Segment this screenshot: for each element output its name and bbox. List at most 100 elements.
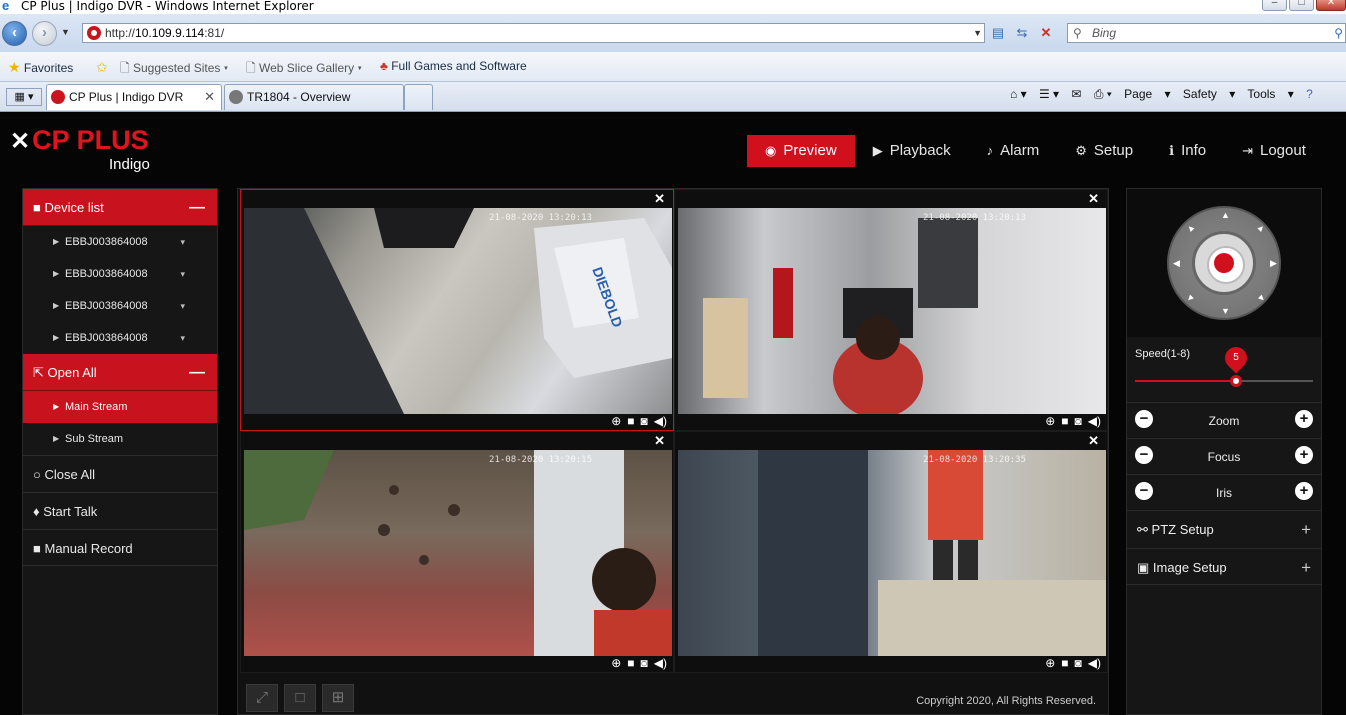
quick-tabs-button[interactable]: ▦ ▾ [6, 88, 42, 106]
video-cell-4[interactable]: ✕ 21-08-2020 13:20:35 ⊕ ■ ◙ ◀) [674, 431, 1108, 673]
safety-menu[interactable]: Safety ▾ [1183, 87, 1235, 101]
ptz-setup-section[interactable]: ⚯ PTZ Setup + [1127, 510, 1321, 547]
chevron-down-icon[interactable]: ▾ [180, 322, 185, 354]
search-input[interactable]: ⚲ Bing ⚲ [1067, 23, 1346, 43]
home-icon[interactable]: ⌂ ▾ [1010, 87, 1027, 101]
snapshot-icon[interactable]: ◙ [641, 656, 648, 670]
start-talk-button[interactable]: ♦ Start Talk [23, 492, 217, 529]
camera-feed[interactable]: DIEBOLD 21-08-2020 13:20:13 [244, 208, 672, 414]
arrow-left-icon[interactable]: ◀ [1173, 258, 1180, 269]
nav-alarm[interactable]: ♪ Alarm [969, 135, 1058, 167]
fullscreen-icon[interactable]: ⤢ [246, 684, 278, 712]
expand-plus-icon[interactable]: + [1301, 511, 1311, 548]
camera-feed[interactable]: 21-08-2020 13:20:15 [244, 450, 672, 656]
help-icon[interactable]: ? [1306, 87, 1313, 101]
print-icon[interactable]: ⎙ ▾ [1094, 87, 1112, 101]
record-icon[interactable]: ■ [1061, 656, 1068, 670]
arrow-down-right-icon[interactable]: ▼ [1255, 291, 1268, 304]
single-view-icon[interactable]: □ [284, 684, 316, 712]
camera-feed[interactable]: 21-08-2020 13:20:13 [678, 208, 1106, 414]
favorites-button[interactable]: ★ Favorites [8, 59, 73, 76]
audio-icon[interactable]: ◀) [1088, 414, 1101, 428]
zoom-in-icon[interactable]: ⊕ [611, 414, 621, 428]
nav-preview[interactable]: ◉ Preview [747, 135, 855, 167]
chevron-down-icon[interactable]: ▾ [180, 258, 185, 290]
open-all-header[interactable]: ⇱ Open All — [23, 354, 217, 391]
collapse-icon[interactable]: — [189, 189, 205, 226]
main-stream-item[interactable]: ▶ Main Stream [23, 391, 217, 423]
ptz-direction-dial[interactable]: ▲ ▼ ◀ ▶ ▲ ▲ ▼ ▼ [1167, 206, 1281, 320]
device-list-header[interactable]: ■ Device list — [23, 189, 217, 226]
device-item[interactable]: ▶ EBBJ003864008 ▾ [23, 258, 217, 290]
close-icon[interactable]: ✕ [654, 191, 665, 207]
nav-logout[interactable]: ⇥ Logout [1224, 135, 1324, 167]
arrow-down-icon[interactable]: ▼ [1221, 306, 1230, 316]
new-tab-button[interactable] [404, 84, 433, 110]
page-menu[interactable]: Page ▾ [1124, 87, 1170, 101]
stop-icon[interactable]: ✕ [1036, 23, 1056, 43]
sub-stream-item[interactable]: ▶ Sub Stream [23, 423, 217, 455]
chevron-down-icon[interactable]: ▾ [180, 290, 185, 322]
audio-icon[interactable]: ◀) [654, 656, 667, 670]
speed-slider-handle[interactable] [1230, 375, 1243, 387]
close-icon[interactable]: ✕ [1088, 191, 1099, 207]
address-dropdown-icon[interactable]: ▼ [973, 24, 982, 42]
tab-tr1804[interactable]: TR1804 - Overview [224, 84, 404, 110]
video-cell-1[interactable]: ✕ DIEBOLD 21-08-2020 13:20:13 ⊕ ■ ◙ ◀) [240, 189, 674, 431]
focus-plus-button[interactable]: + [1295, 446, 1313, 464]
snapshot-icon[interactable]: ◙ [641, 414, 648, 428]
audio-icon[interactable]: ◀) [654, 414, 667, 428]
manual-record-button[interactable]: ■ Manual Record [23, 529, 217, 566]
history-dropdown-icon[interactable]: ▼ [61, 27, 70, 37]
record-icon[interactable]: ■ [1061, 414, 1068, 428]
expand-plus-icon[interactable]: + [1301, 549, 1311, 586]
nav-playback[interactable]: ▶ Playback [855, 135, 969, 167]
maximize-button[interactable]: □ [1289, 0, 1314, 11]
video-cell-2[interactable]: ✕ 21-08-2020 13:20:13 ⊕ ■ ◙ ◀) [674, 189, 1108, 431]
record-icon[interactable]: ■ [627, 414, 634, 428]
search-icon[interactable]: ⚲ [1334, 24, 1343, 42]
iris-plus-button[interactable]: + [1295, 482, 1313, 500]
tab-close-icon[interactable]: ✕ [204, 85, 215, 109]
tools-menu[interactable]: Tools ▾ [1247, 87, 1293, 101]
minimize-button[interactable]: – [1262, 0, 1287, 11]
nav-info[interactable]: ℹ Info [1151, 135, 1224, 167]
refresh-icon[interactable]: ⇆ [1012, 23, 1032, 43]
chevron-down-icon[interactable]: ▾ [180, 226, 185, 258]
close-icon[interactable]: ✕ [654, 433, 665, 449]
compatibility-view-icon[interactable]: ▤ [988, 23, 1008, 43]
zoom-in-icon[interactable]: ⊕ [1045, 414, 1055, 428]
full-games-link[interactable]: ♣ Full Games and Software [380, 59, 527, 73]
zoom-in-icon[interactable]: ⊕ [611, 656, 621, 670]
collapse-icon[interactable]: — [189, 354, 205, 391]
suggested-sites-link[interactable]: 🗋 Suggested Sites ▾ [120, 59, 228, 80]
nav-setup[interactable]: ⚙ Setup [1057, 135, 1151, 167]
feeds-icon[interactable]: ☰ ▾ [1039, 87, 1059, 101]
audio-icon[interactable]: ◀) [1088, 656, 1101, 670]
ptz-center-button[interactable] [1214, 253, 1234, 273]
back-button[interactable]: ‹ [2, 21, 27, 46]
device-item[interactable]: ▶ EBBJ003864008 ▾ [23, 322, 217, 354]
arrow-up-right-icon[interactable]: ▲ [1255, 221, 1268, 234]
camera-feed[interactable]: 21-08-2020 13:20:35 [678, 450, 1106, 656]
device-item[interactable]: ▶ EBBJ003864008 ▾ [23, 226, 217, 258]
snapshot-icon[interactable]: ◙ [1075, 414, 1082, 428]
snapshot-icon[interactable]: ◙ [1075, 656, 1082, 670]
device-item[interactable]: ▶ EBBJ003864008 ▾ [23, 290, 217, 322]
forward-button[interactable]: › [32, 21, 57, 46]
zoom-in-button[interactable]: + [1295, 410, 1313, 428]
close-all-button[interactable]: ○ Close All [23, 455, 217, 492]
web-slice-gallery-link[interactable]: 🗋 Web Slice Gallery ▾ [246, 59, 362, 80]
close-icon[interactable]: ✕ [1088, 433, 1099, 449]
arrow-right-icon[interactable]: ▶ [1270, 258, 1277, 269]
arrow-up-left-icon[interactable]: ▲ [1184, 221, 1197, 234]
arrow-down-left-icon[interactable]: ▼ [1184, 291, 1197, 304]
video-cell-3[interactable]: ✕ 21-08-2020 13:20:15 ⊕ ■ ◙ ◀) [240, 431, 674, 673]
zoom-in-icon[interactable]: ⊕ [1045, 656, 1055, 670]
arrow-up-icon[interactable]: ▲ [1221, 210, 1230, 220]
record-icon[interactable]: ■ [627, 656, 634, 670]
address-field[interactable]: http://10.109.9.114:81/ ▼ [82, 23, 985, 43]
image-setup-section[interactable]: ▣ Image Setup + [1127, 548, 1321, 585]
tab-cp-plus[interactable]: CP Plus | Indigo DVR ✕ [46, 84, 222, 110]
close-button[interactable]: ✕ [1316, 0, 1346, 11]
